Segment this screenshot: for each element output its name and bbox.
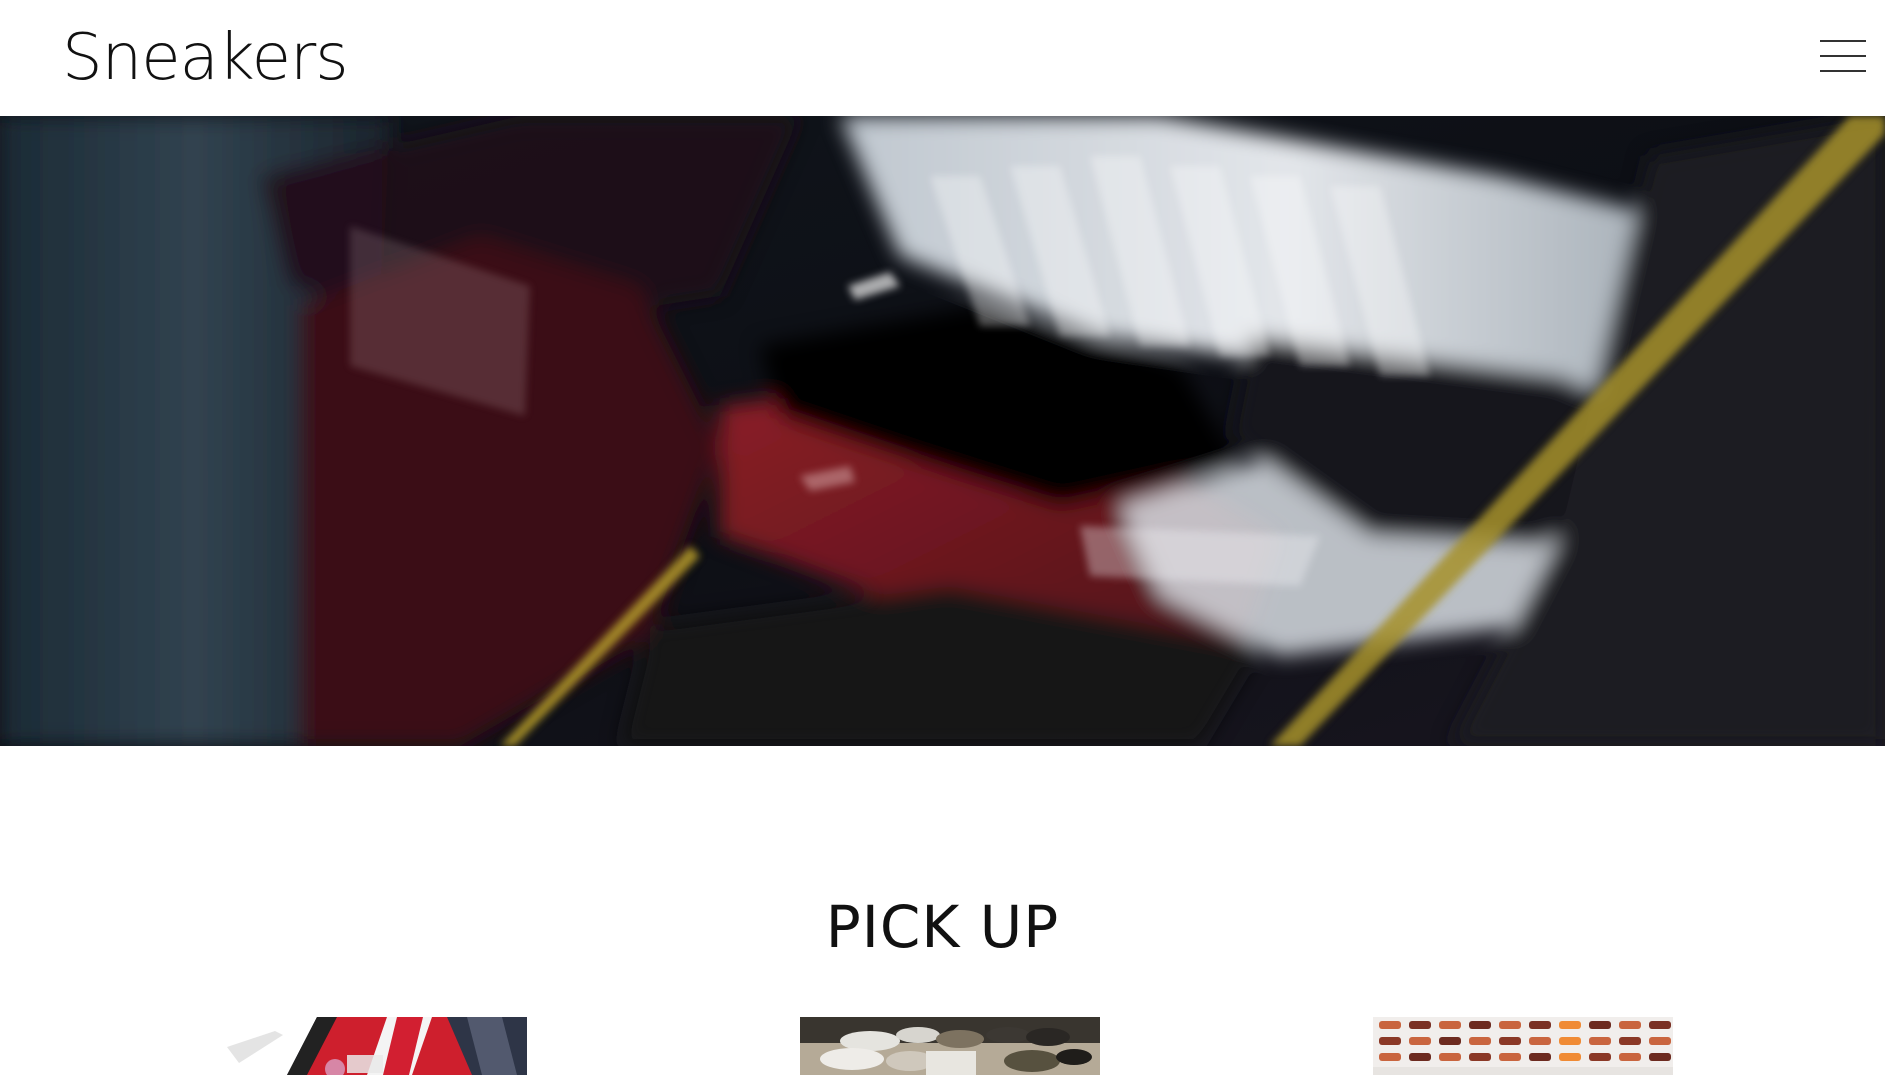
pickup-card-3[interactable] <box>1373 1017 1673 1075</box>
pickup-card-1[interactable] <box>227 1017 527 1075</box>
sneakers-on-floor-photo <box>800 1017 1100 1075</box>
pickup-card-2[interactable] <box>800 1017 1100 1075</box>
menu-line <box>1820 40 1866 42</box>
menu-line <box>1820 55 1866 57</box>
menu-line <box>1820 70 1866 72</box>
site-header: Sneakers <box>0 0 1885 116</box>
site-logo[interactable]: Sneakers <box>62 18 349 98</box>
hamburger-menu-icon[interactable] <box>1820 38 1866 76</box>
sneakers-grid-photo <box>1373 1017 1673 1075</box>
hero-sneaker-image <box>0 116 1885 746</box>
hero-banner <box>0 116 1885 746</box>
sneaker-box-red-photo <box>227 1017 527 1075</box>
pickup-section-title: PICK UP <box>825 893 1060 961</box>
